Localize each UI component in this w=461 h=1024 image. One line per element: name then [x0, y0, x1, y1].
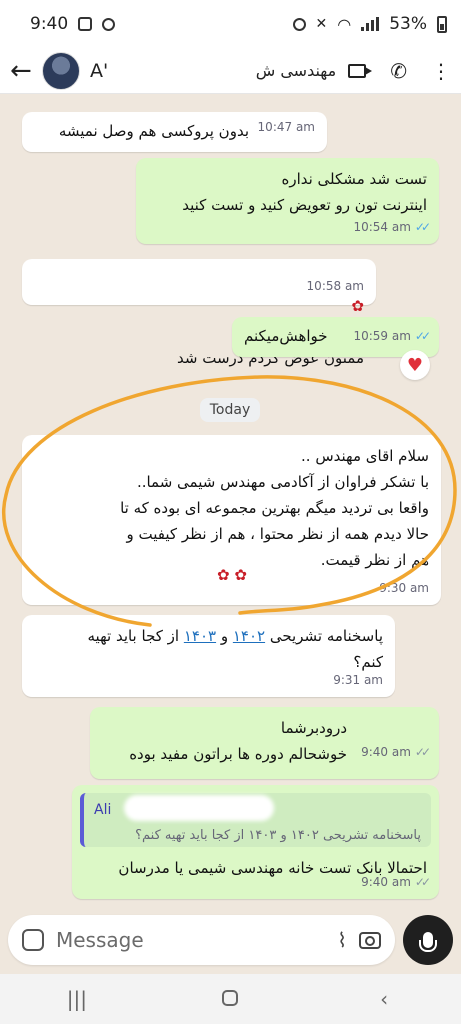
- status-bar: 9:40 ✕ ◠ 53%: [0, 0, 461, 48]
- settings-icon: [102, 17, 116, 31]
- sticker-icon[interactable]: [22, 929, 44, 951]
- delivered-ticks-icon: ✓✓: [414, 745, 431, 759]
- rose-icon: ✿: [351, 297, 364, 315]
- message-box[interactable]: ⌇: [8, 915, 395, 965]
- chat-area[interactable]: بدون پروکسی هم وصل نمیشه 10:47 am تست شد…: [0, 95, 461, 910]
- quote-text: پاسخنامه تشریحی ۱۴۰۲ و ۱۴۰۳ از کجا باید …: [135, 828, 421, 843]
- message-text: پاسخنامه تشریحی ۱۴۰۲ و ۱۴۰۳ از کجا باید …: [87, 627, 383, 671]
- contact-name-rtl: مهندسی ش: [255, 61, 337, 80]
- alarm-icon: [292, 17, 306, 31]
- phone-icon[interactable]: ✆: [390, 59, 407, 83]
- voice-record-button[interactable]: [403, 915, 453, 965]
- chat-header: ← A' مهندسی ش ✆ ⋮: [0, 48, 461, 94]
- contact-title[interactable]: A' مهندسی ش: [80, 60, 336, 82]
- video-call-icon[interactable]: [348, 63, 373, 78]
- avatar[interactable]: [42, 51, 80, 90]
- microphone-icon: [419, 932, 437, 952]
- year-link[interactable]: ۱۴۰۲: [233, 627, 265, 645]
- camera-icon[interactable]: [359, 931, 381, 949]
- heart-reaction-icon[interactable]: ♥: [400, 350, 430, 380]
- image-icon: [78, 17, 93, 31]
- redaction-blur: [124, 795, 274, 821]
- message-bubble[interactable]: تست شد مشکلی نداره اینترنت تون رو تعویض …: [136, 158, 439, 244]
- delivered-ticks-icon: ✓✓: [414, 875, 431, 889]
- message-time: 10:54 am ✓✓: [353, 214, 431, 240]
- message-bubble[interactable]: سلام اقای مهندس .. با تشکر فراوان از آکا…: [22, 435, 441, 605]
- message-text: سلام اقای مهندس .. با تشکر فراوان از آکا…: [120, 447, 429, 569]
- message-input[interactable]: [56, 928, 326, 952]
- home-button[interactable]: [210, 987, 250, 1011]
- message-time: 9:31 am: [333, 673, 383, 687]
- read-ticks-icon: ✓✓: [414, 220, 431, 234]
- mute-icon: ✕: [315, 16, 328, 32]
- signal-icon: [361, 17, 380, 31]
- message-bubble[interactable]: ✿ ✋ ممنون عوض کردم درست شد 10:58 am: [22, 259, 376, 367]
- system-nav-bar: ||| ‹: [0, 974, 461, 1024]
- message-bubble[interactable]: بدون پروکسی هم وصل نمیشه 10:47 am: [22, 112, 327, 152]
- message-time: 9:40 am ✓✓: [361, 869, 431, 895]
- message-time: 10:58 am: [306, 279, 364, 293]
- day-separator: Today: [200, 398, 260, 422]
- message-time: 9:30 am: [379, 581, 429, 595]
- message-time: 10:47 am: [257, 120, 315, 134]
- wifi-icon: ◠: [337, 14, 352, 34]
- more-vert-icon[interactable]: ⋮: [431, 59, 451, 83]
- status-time: 9:40: [30, 14, 69, 34]
- battery-percent: 53%: [389, 14, 427, 34]
- rose-icon: ✿ ✿: [217, 566, 247, 584]
- read-ticks-icon: ✓✓: [414, 329, 431, 343]
- message-text: تست شد مشکلی نداره اینترنت تون رو تعویض …: [182, 170, 427, 214]
- home-icon: [222, 990, 239, 1006]
- message-bubble[interactable]: پاسخنامه تشریحی ۱۴۰۲ و ۱۴۰۳ از کجا باید …: [22, 615, 395, 697]
- arrow-left-icon[interactable]: ←: [10, 56, 38, 86]
- contact-name: A': [90, 59, 109, 82]
- composer: ⌇: [0, 910, 461, 970]
- recents-icon[interactable]: |||: [57, 987, 97, 1011]
- quoted-message[interactable]: Ali پاسخنامه تشریحی ۱۴۰۲ و ۱۴۰۳ از کجا ب…: [80, 793, 431, 847]
- back-nav-icon[interactable]: ‹: [364, 987, 404, 1011]
- message-time: 10:59 am ✓✓: [353, 323, 431, 349]
- attach-icon[interactable]: ⌇: [337, 928, 347, 952]
- year-link[interactable]: ۱۴۰۳: [184, 627, 216, 645]
- message-time: 9:40 am ✓✓: [361, 739, 431, 765]
- battery-icon: [437, 15, 447, 33]
- message-bubble[interactable]: درودبرشما خوشحالم دوره ها براتون مفید بو…: [90, 707, 439, 779]
- reply-message-bubble[interactable]: Ali پاسخنامه تشریحی ۱۴۰۲ و ۱۴۰۳ از کجا ب…: [72, 785, 439, 899]
